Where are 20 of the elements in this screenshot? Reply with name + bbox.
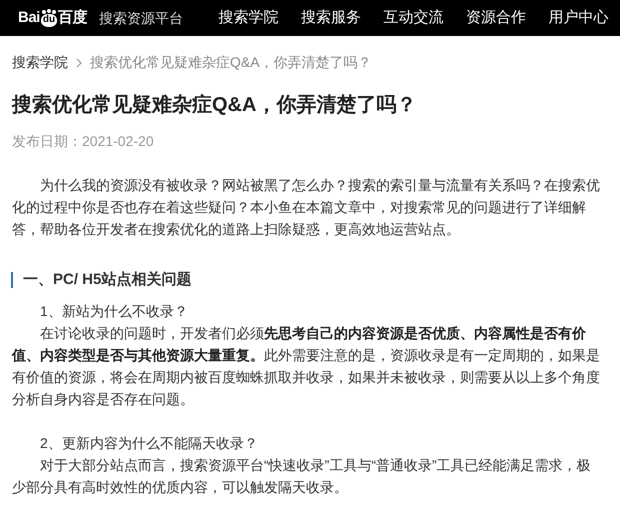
paw-icon xyxy=(40,9,57,14)
nav-link[interactable]: 用户中心 xyxy=(548,6,609,30)
logo-text: Bai xyxy=(18,8,40,28)
platform-name: 搜索资源平台 xyxy=(99,8,184,28)
paragraph: 为什么我的资源没有被收录？网站被黑了怎么办？搜索的索引量与流量有关系吗？在搜索优化的过程中你是否也存在着这些疑问？本小鱼在本篇文章中，对搜索常见的问题进行了详细解答，帮助各位开发者在搜索优化的道路上扫除疑惑，更高效地运营站点。 xyxy=(12,176,600,239)
logo-text: du xyxy=(40,14,58,27)
paragraph: 2、更新内容为什么不能隔天收录？ xyxy=(39,434,259,453)
article-title: 搜索优化常见疑难杂症Q&A，你弄清楚了吗？ xyxy=(12,93,418,117)
nav-link[interactable]: 搜索服务 xyxy=(300,6,361,30)
publish-date: 发布日期：2021-02-20 xyxy=(12,132,155,151)
logo-text: 百度 xyxy=(58,8,88,28)
section-heading: 一、PC/ H5站点相关问题 xyxy=(11,272,600,288)
paragraph: 在讨论收录的问题时，开发者们必须先思考自己的内容资源是否优质、内容属性是否有价值、内容类型是否与其他资源大量重复。此外需要注意的是，资源收录是有一定周期的，如果是有价值的资源，将会在周期内被百度蜘蛛抓取并收录，如果并未被收录，则需要从以上多个角度分析自身内容是否存在问题。 xyxy=(12,324,600,409)
breadcrumb-link[interactable]: 搜索学院 xyxy=(12,54,68,70)
paragraph: 对于大部分站点而言，搜索资源平台“快速收录”工具与“普通收录”工具已经能满足需求，极少部分具有高时效性的优质内容，可以触发隔天收录。 xyxy=(12,456,592,497)
nav-link[interactable]: 搜索学院 xyxy=(218,6,278,30)
paragraph: 1、新站为什么不收录？ xyxy=(39,302,189,321)
nav-link[interactable]: 互动交流 xyxy=(384,6,444,30)
breadcrumb-current: 搜索优化常见疑难杂症Q&A，你弄清楚了吗？ xyxy=(90,54,372,70)
nav-link[interactable]: 资源合作 xyxy=(466,6,526,30)
